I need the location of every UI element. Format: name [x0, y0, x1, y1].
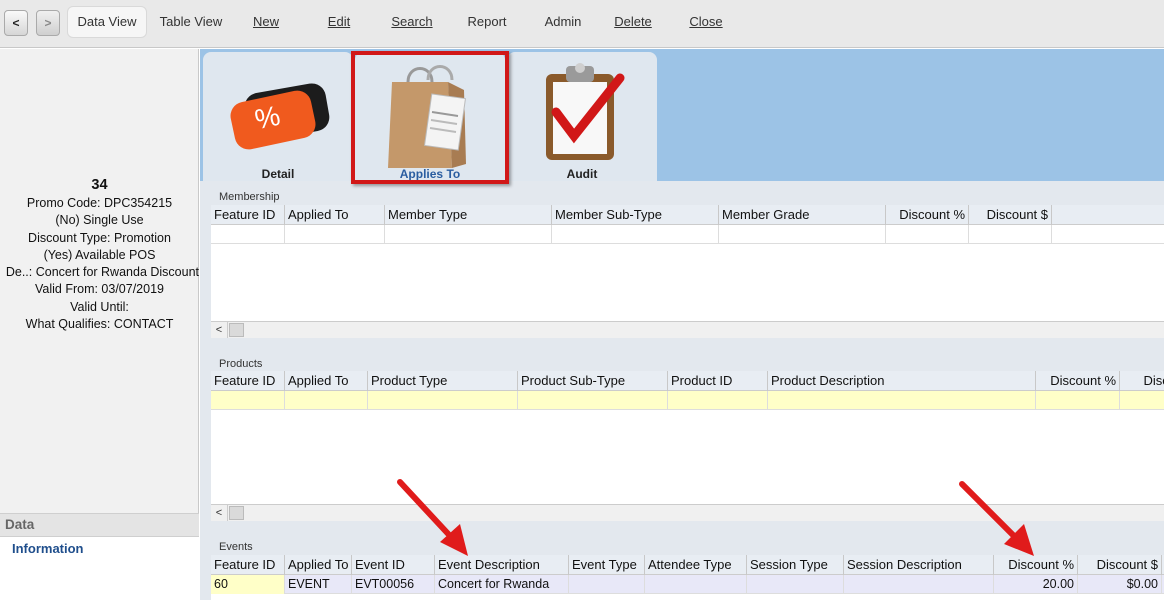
- column-header[interactable]: Applied To: [285, 555, 352, 575]
- edit-button[interactable]: Edit: [319, 6, 359, 38]
- column-header[interactable]: Session Type: [747, 555, 844, 575]
- data-view-button[interactable]: Data View: [67, 6, 147, 38]
- column-header[interactable]: Member Type: [385, 205, 552, 225]
- report-button[interactable]: Report: [462, 6, 512, 38]
- membership-scrollbar[interactable]: <: [211, 321, 1164, 338]
- what-qualifies: What Qualifies: CONTACT: [25, 317, 174, 332]
- tab-detail[interactable]: % Detail: [203, 52, 353, 181]
- record-id: 34: [91, 177, 108, 193]
- column-header[interactable]: Product Sub-Type: [518, 371, 668, 391]
- column-header[interactable]: Attendee Type: [645, 555, 747, 575]
- column-header[interactable]: Feature ID: [211, 555, 285, 575]
- percent-tag-icon: %: [230, 83, 330, 150]
- admin-button[interactable]: Admin: [539, 6, 587, 38]
- annotation-arrow-icon: [959, 481, 1034, 556]
- record-summary-panel: 34 Promo Code: DPC354215 (No) Single Use…: [0, 49, 199, 600]
- clipboard-check-icon: [546, 63, 625, 160]
- column-header[interactable]: Product Type: [368, 371, 518, 391]
- valid-until: Valid Until:: [70, 299, 129, 314]
- column-header[interactable]: Product Description: [768, 371, 1036, 391]
- tab-detail-label: Detail: [261, 167, 295, 181]
- table-row[interactable]: [211, 391, 1164, 410]
- back-button[interactable]: <: [4, 10, 28, 36]
- promo-description: De..: Concert for Rwanda Discount: [5, 265, 199, 280]
- column-header[interactable]: Discount $: [969, 205, 1052, 225]
- new-button[interactable]: New: [246, 6, 286, 38]
- scrollbar-thumb[interactable]: [229, 506, 244, 520]
- column-header[interactable]: Feature ID: [211, 205, 285, 225]
- scroll-left-button[interactable]: <: [211, 322, 228, 338]
- tab-audit-label: Audit: [566, 167, 598, 181]
- valid-from: Valid From: 03/07/2019: [34, 282, 164, 297]
- column-header[interactable]: Member Sub-Type: [552, 205, 719, 225]
- data-section: Information: [0, 537, 199, 600]
- tab-strip: % Detail Applies To Audit: [200, 49, 1164, 184]
- table-row[interactable]: [211, 225, 1164, 244]
- event-id-cell[interactable]: EVT00056: [352, 575, 435, 594]
- column-header[interactable]: Event Type: [569, 555, 645, 575]
- discount-percent-cell[interactable]: 20.00: [994, 575, 1078, 594]
- scroll-left-button[interactable]: <: [211, 505, 228, 521]
- column-header[interactable]: Feature ID: [211, 371, 285, 391]
- close-button[interactable]: Close: [684, 6, 728, 38]
- column-header[interactable]: Discount $: [1078, 555, 1162, 575]
- table-view-button[interactable]: Table View: [155, 6, 227, 38]
- session-description-cell[interactable]: [844, 575, 994, 594]
- applies-to-highlight-box: [351, 51, 509, 184]
- event-type-cell[interactable]: [569, 575, 645, 594]
- discount-type: Discount Type: Promotion: [28, 230, 171, 245]
- column-header[interactable]: Applied To: [285, 371, 368, 391]
- column-header[interactable]: Discount %: [1036, 371, 1120, 391]
- membership-grid: Feature ID Applied To Member Type Member…: [211, 205, 1164, 338]
- event-description-cell[interactable]: Concert for Rwanda: [435, 575, 569, 594]
- toolbar: < > Data View Table View New Edit Search…: [0, 0, 1164, 48]
- column-header[interactable]: Product ID: [668, 371, 768, 391]
- applied-to-cell[interactable]: EVENT: [285, 575, 352, 594]
- products-header: Feature ID Applied To Product Type Produ…: [211, 371, 1164, 391]
- scrollbar-thumb[interactable]: [229, 323, 244, 337]
- single-use: (No) Single Use: [55, 213, 144, 228]
- record-summary: 34 Promo Code: DPC354215 (No) Single Use…: [0, 175, 199, 333]
- membership-header: Feature ID Applied To Member Type Member…: [211, 205, 1164, 225]
- session-type-cell[interactable]: [747, 575, 844, 594]
- column-header[interactable]: Disco: [1120, 371, 1164, 391]
- column-header[interactable]: Applied To: [285, 205, 385, 225]
- forward-button[interactable]: >: [36, 10, 60, 36]
- feature-id-cell[interactable]: 60: [211, 575, 285, 594]
- table-row[interactable]: 60 EVENT EVT00056 Concert for Rwanda 20.…: [211, 575, 1164, 594]
- promo-code: Promo Code: DPC354215: [26, 196, 173, 210]
- annotation-arrow-icon: [397, 479, 468, 556]
- information-link[interactable]: Information: [12, 541, 84, 556]
- tab-audit[interactable]: Audit: [507, 52, 657, 181]
- attendee-type-cell[interactable]: [645, 575, 747, 594]
- discount-amount-cell[interactable]: $0.00: [1078, 575, 1162, 594]
- products-label: Products: [219, 358, 263, 370]
- events-label: Events: [219, 541, 253, 553]
- column-header[interactable]: Member Grade: [719, 205, 886, 225]
- column-header[interactable]: Discount %: [886, 205, 969, 225]
- data-section-header: Data: [0, 513, 199, 537]
- delete-button[interactable]: Delete: [609, 6, 657, 38]
- available-pos: (Yes) Available POS: [43, 247, 156, 262]
- search-button[interactable]: Search: [387, 6, 437, 38]
- membership-label: Membership: [219, 191, 280, 203]
